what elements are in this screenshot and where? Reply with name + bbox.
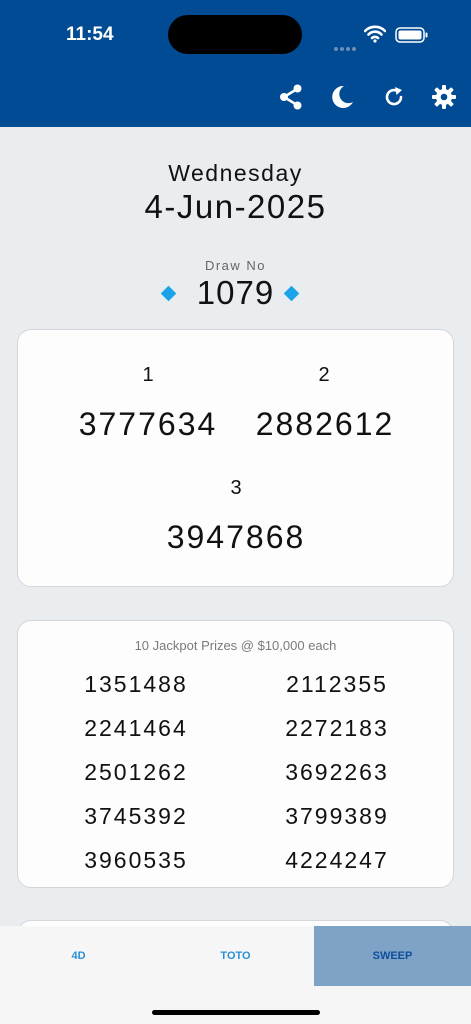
moon-icon[interactable] (329, 84, 355, 110)
cellular-signal-icon (334, 38, 358, 56)
draw-date: 4-Jun-2025 (144, 188, 327, 225)
dynamic-island (168, 15, 302, 54)
jackpot-number: 2241464 (84, 715, 188, 741)
prize-rank: 1 (142, 364, 154, 386)
jackpot-number: 2501262 (84, 759, 188, 785)
tab-toto[interactable]: TOTO (157, 926, 314, 986)
prize-number: 3947868 (166, 519, 306, 555)
jackpot-number: 1351488 (84, 671, 188, 697)
draw-day: Wednesday (168, 160, 303, 186)
jackpot-number: 2272183 (285, 715, 389, 741)
jackpot-number: 3799389 (285, 803, 389, 829)
tab-4d[interactable]: 4D (0, 926, 157, 986)
prize-rank: 2 (318, 364, 330, 386)
jackpot-number: 3960535 (84, 847, 188, 873)
prize-rank: 3 (230, 477, 242, 499)
tab-sweep[interactable]: SWEEP (314, 926, 471, 986)
draw-no-label: Draw No (204, 258, 267, 273)
prize-number: 3777634 (78, 406, 218, 442)
jackpot-number: 3745392 (84, 803, 188, 829)
jackpot-number: 2112355 (286, 671, 388, 697)
jackpot-prizes-card: 10 Jackpot Prizes @ $10,000 each 1351488… (17, 620, 454, 888)
jackpot-number: 3692263 (285, 759, 389, 785)
draw-number: 1079 (196, 274, 275, 311)
jackpot-number: 4224247 (285, 847, 389, 873)
refresh-icon[interactable] (381, 84, 407, 110)
battery-icon (395, 27, 428, 43)
prize-number: 2882612 (255, 406, 395, 442)
wifi-icon (364, 25, 386, 43)
gear-icon[interactable] (431, 84, 457, 110)
top-prizes-card: 1 3777634 2 2882612 3 3947868 (17, 329, 454, 587)
jackpot-prizes-label: 10 Jackpot Prizes @ $10,000 each (134, 638, 337, 653)
app-header: 11:54 (0, 0, 471, 127)
status-time: 11:54 (66, 24, 114, 45)
home-indicator[interactable] (152, 1010, 320, 1015)
share-icon[interactable] (278, 84, 304, 110)
